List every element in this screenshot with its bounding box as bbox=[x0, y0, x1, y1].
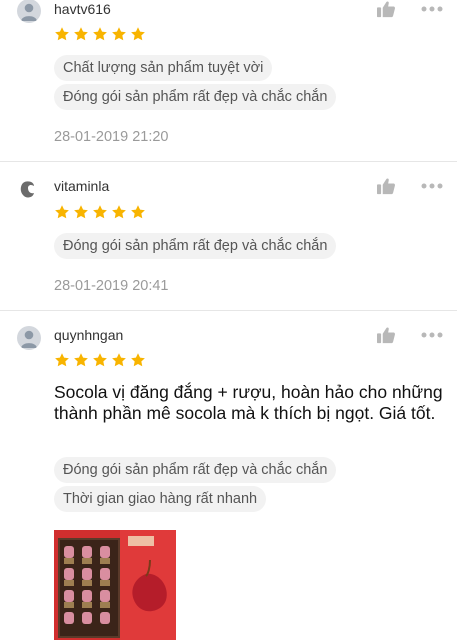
review-divider bbox=[0, 161, 457, 162]
review-comment: Socola vị đăng đắng + rượu, hoàn hảo cho… bbox=[54, 382, 443, 423]
review-photo[interactable] bbox=[54, 530, 176, 640]
star-icon bbox=[73, 352, 89, 368]
review-timestamp: 28-01-2019 21:20 bbox=[54, 129, 169, 145]
star-icon bbox=[92, 204, 108, 220]
avatar[interactable] bbox=[17, 178, 41, 202]
star-icon bbox=[130, 204, 146, 220]
username[interactable]: vitaminla bbox=[54, 178, 109, 194]
star-icon bbox=[54, 204, 70, 220]
avatar[interactable] bbox=[17, 0, 41, 23]
star-icon bbox=[130, 352, 146, 368]
review-tag: Thời gian giao hàng rất nhanh bbox=[54, 486, 267, 512]
review-timestamp: 28-01-2019 20:41 bbox=[54, 278, 169, 294]
more-dots-icon[interactable] bbox=[421, 183, 443, 189]
thumbs-up-icon[interactable] bbox=[376, 0, 396, 18]
star-icon bbox=[92, 26, 108, 42]
default-avatar-icon bbox=[21, 3, 37, 21]
star-icon bbox=[73, 204, 89, 220]
avatar[interactable] bbox=[17, 326, 41, 350]
star-icon bbox=[111, 204, 127, 220]
username[interactable]: quynhngan bbox=[54, 327, 123, 343]
star-icon bbox=[111, 352, 127, 368]
user-avatar-icon bbox=[20, 181, 34, 198]
more-dots-icon[interactable] bbox=[421, 6, 443, 12]
star-icon bbox=[54, 352, 70, 368]
default-avatar-icon bbox=[21, 330, 37, 348]
star-icon bbox=[73, 26, 89, 42]
review-tag: Đóng gói sản phẩm rất đẹp và chắc chắn bbox=[54, 233, 337, 259]
star-rating bbox=[54, 204, 146, 220]
star-icon bbox=[111, 26, 127, 42]
star-icon bbox=[54, 26, 70, 42]
more-dots-icon[interactable] bbox=[421, 332, 443, 338]
review-tag: Đóng gói sản phẩm rất đẹp và chắc chắn bbox=[54, 84, 337, 110]
review-tag: Chất lượng sản phẩm tuyệt vời bbox=[54, 55, 273, 81]
review-tag: Đóng gói sản phẩm rất đẹp và chắc chắn bbox=[54, 457, 337, 483]
star-icon bbox=[130, 26, 146, 42]
username[interactable]: havtv616 bbox=[54, 1, 111, 17]
star-rating bbox=[54, 26, 146, 42]
thumbs-up-icon[interactable] bbox=[376, 326, 396, 344]
chocolate-box-photo bbox=[54, 530, 176, 640]
star-icon bbox=[92, 352, 108, 368]
thumbs-up-icon[interactable] bbox=[376, 177, 396, 195]
review-divider bbox=[0, 310, 457, 311]
star-rating bbox=[54, 352, 146, 368]
